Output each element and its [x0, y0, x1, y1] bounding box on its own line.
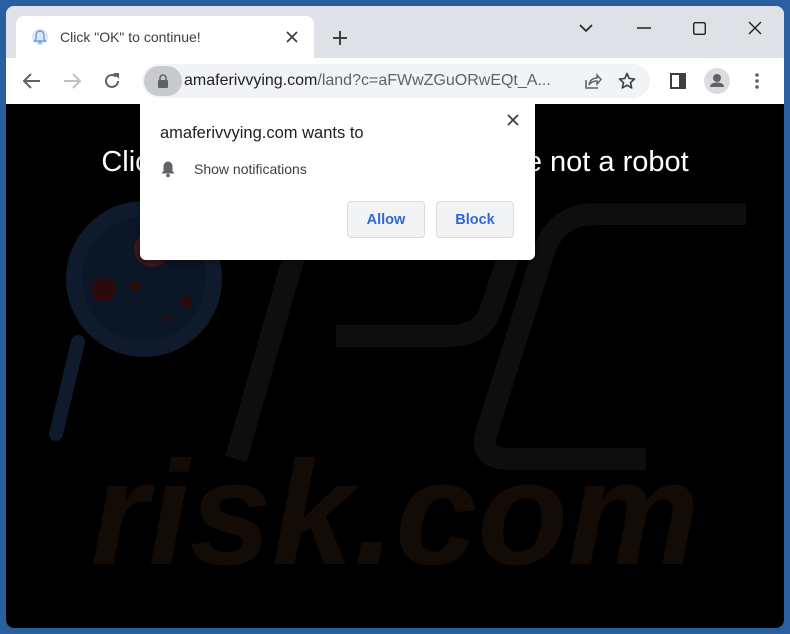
permission-text: Show notifications — [194, 161, 307, 177]
back-icon — [23, 73, 40, 89]
window-close-button[interactable] — [737, 14, 773, 42]
close-icon — [748, 21, 762, 35]
tab-search-button[interactable] — [568, 14, 604, 42]
page-content: risk.com Click re not a robot amaferivvyi… — [6, 104, 784, 628]
popup-title: amaferivvying.com wants to — [160, 124, 364, 142]
forward-button[interactable] — [56, 65, 88, 97]
profile-icon — [704, 68, 730, 94]
reload-button[interactable] — [96, 65, 128, 97]
address-bar[interactable]: amaferivvying.com/land?c=aFWwZGuORwEQt_A… — [142, 64, 650, 98]
bell-favicon-icon — [30, 27, 50, 47]
bookmark-button[interactable] — [612, 66, 642, 96]
site-info-button[interactable] — [144, 66, 182, 96]
close-icon — [286, 31, 298, 43]
profile-button[interactable] — [702, 66, 732, 96]
url-text[interactable]: amaferivvying.com/land?c=aFWwZGuORwEQt_A… — [184, 72, 578, 90]
new-tab-button[interactable] — [326, 24, 354, 52]
close-icon — [507, 114, 519, 126]
tab-active[interactable]: Click "OK" to continue! — [16, 16, 314, 58]
allow-button[interactable]: Allow — [347, 201, 425, 238]
url-path: /land?c=aFWwZGuORwEQt_A... — [317, 72, 551, 89]
maximize-button[interactable] — [681, 14, 717, 42]
block-button[interactable]: Block — [436, 201, 514, 238]
maximize-icon — [692, 21, 706, 35]
permission-row: Show notifications — [160, 160, 307, 178]
menu-icon — [755, 73, 759, 89]
bookmark-star-icon — [618, 72, 636, 89]
tab-close-button[interactable] — [280, 25, 304, 49]
headline-right: re not a robot — [516, 146, 689, 178]
minimize-button[interactable] — [626, 14, 662, 42]
plus-icon — [333, 31, 347, 45]
chevron-down-icon — [579, 24, 593, 33]
tab-title: Click "OK" to continue! — [60, 29, 201, 45]
url-host: amaferivvying.com — [184, 72, 318, 89]
bell-icon — [161, 161, 175, 178]
forward-icon — [64, 73, 81, 89]
menu-button[interactable] — [742, 66, 772, 96]
back-button[interactable] — [16, 65, 48, 97]
side-panel-icon — [670, 73, 686, 89]
share-icon — [585, 73, 602, 89]
title-bar: Click "OK" to continue! — [6, 6, 784, 58]
toolbar: amaferivvying.com/land?c=aFWwZGuORwEQt_A… — [6, 58, 784, 104]
watermark-text: risk.com — [91, 431, 700, 596]
side-panel-button[interactable] — [663, 66, 693, 96]
notification-permission-popup: amaferivvying.com wants to Show notifica… — [140, 104, 535, 260]
lock-icon — [158, 74, 168, 88]
share-button[interactable] — [578, 66, 608, 96]
reload-icon — [105, 73, 119, 88]
popup-close-button[interactable] — [503, 110, 523, 130]
minimize-icon — [637, 27, 651, 29]
browser-window: Click "OK" to continue! amaferivvying.co… — [6, 6, 784, 628]
